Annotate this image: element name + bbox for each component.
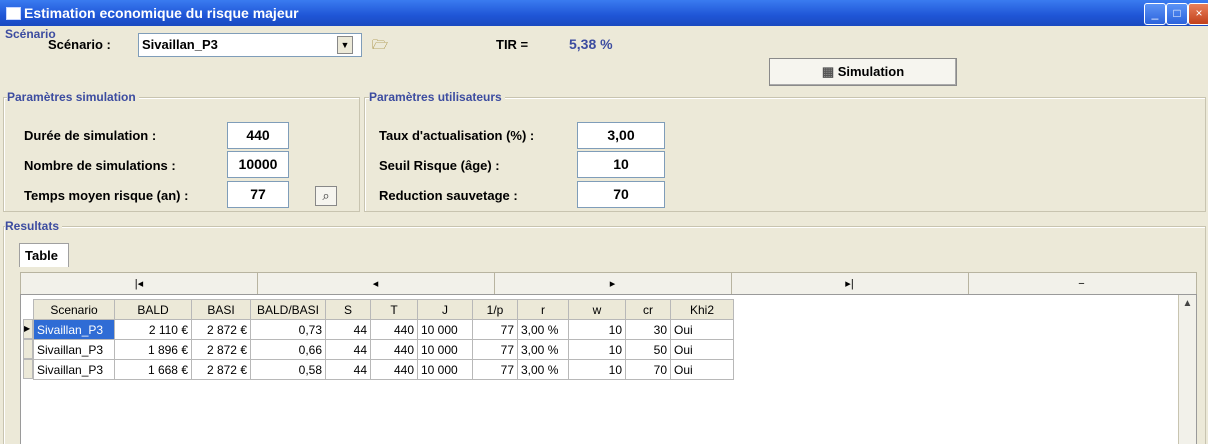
record-navigation: |◂ ◂ ▸ ▸| − [20,272,1197,296]
maximize-button[interactable]: □ [1166,3,1188,25]
column-header[interactable]: cr [625,299,671,320]
duration-field[interactable]: 440 [227,122,289,149]
nav-next-button[interactable]: ▸ [494,273,732,295]
table-cell[interactable]: 10 [568,319,626,340]
table-cell[interactable]: Oui [670,319,734,340]
table-cell[interactable]: 70 [625,359,671,380]
nav-last-button[interactable]: ▸| [731,273,969,295]
table-cell[interactable]: 2 872 € [191,319,251,340]
scenario-select[interactable]: Sivaillan_P3 ▼ [138,33,362,57]
results-title: Resultats [5,219,63,233]
table-cell[interactable]: 44 [325,359,371,380]
row-selector[interactable] [23,339,33,359]
results-grid: ▶ Scenario BALD BASI BALD/BASI S T J 1/p… [20,294,1197,444]
table-cell[interactable]: 44 [325,339,371,360]
rate-label: Taux d'actualisation (%) : [379,128,535,143]
tab-table[interactable]: Table [19,243,69,267]
rate-field[interactable]: 3,00 [577,122,665,149]
row-selector-current[interactable]: ▶ [23,319,33,339]
row-selector[interactable] [23,359,33,379]
nav-previous-button[interactable]: ◂ [257,273,495,295]
table-row[interactable]: Sivaillan_P3 1 896 € 2 872 € 0,66 44 440… [33,339,734,360]
table-cell[interactable]: 3,00 % [517,359,569,380]
table-cell[interactable]: 440 [370,339,418,360]
column-header[interactable]: Khi2 [670,299,734,320]
table-cell[interactable]: Sivaillan_P3 [33,339,115,360]
column-header[interactable]: J [417,299,473,320]
chevron-down-icon[interactable]: ▼ [337,36,353,54]
column-header[interactable]: Scenario [33,299,115,320]
table-cell[interactable]: 77 [472,359,518,380]
table-cell[interactable]: 30 [625,319,671,340]
simulation-button-label: Simulation [837,64,905,79]
column-header[interactable]: r [517,299,569,320]
table-cell[interactable]: 0,73 [250,319,326,340]
column-header[interactable]: BASI [191,299,251,320]
table-cell[interactable]: 1 668 € [114,359,192,380]
table-cell[interactable]: Sivaillan_P3 [33,319,115,340]
window-title: Estimation economique du risque majeur [24,5,299,21]
rescue-label: Reduction sauvetage : [379,188,518,203]
table-cell[interactable]: Sivaillan_P3 [33,359,115,380]
threshold-label: Seuil Risque (âge) : [379,158,500,173]
magnifier-icon[interactable]: ⌕ [315,186,337,206]
column-header[interactable]: 1/p [472,299,518,320]
count-field[interactable]: 10000 [227,151,289,178]
table-cell[interactable]: 44 [325,319,371,340]
table-cell[interactable]: 77 [472,319,518,340]
table-cell[interactable]: 0,66 [250,339,326,360]
params-sim-title: Paramètres simulation [7,90,139,104]
tir-value: 5,38 % [569,36,613,52]
column-header[interactable]: BALD/BASI [250,299,326,320]
scenario-select-value: Sivaillan_P3 [142,37,218,52]
table-cell[interactable]: Oui [670,339,734,360]
table-cell[interactable]: 440 [370,359,418,380]
table-cell[interactable]: 2 872 € [191,359,251,380]
minimize-button[interactable]: _ [1144,3,1166,25]
table-cell[interactable]: 10 [568,339,626,360]
table-cell[interactable]: 10 000 [417,339,473,360]
scroll-up-icon[interactable]: ▲ [1181,297,1194,311]
params-user-title: Paramètres utilisateurs [369,90,505,104]
rescue-field[interactable]: 70 [577,181,665,208]
table-cell[interactable]: 10 000 [417,319,473,340]
mean-time-field[interactable]: 77 [227,181,289,208]
app-icon [6,7,21,20]
vertical-scrollbar[interactable]: ▲ [1178,295,1196,444]
table-cell[interactable]: 2 872 € [191,339,251,360]
table-row[interactable]: Sivaillan_P3 2 110 € 2 872 € 0,73 44 440… [33,319,734,340]
scenario-label: Scénario : [48,37,111,52]
column-header[interactable]: w [568,299,626,320]
table-cell[interactable]: Oui [670,359,734,380]
column-header[interactable]: T [370,299,418,320]
duration-label: Durée de simulation : [24,128,157,143]
chart-icon: ▦ [821,64,838,79]
threshold-field[interactable]: 10 [577,151,665,178]
nav-first-button[interactable]: |◂ [21,273,258,295]
table-row[interactable]: Sivaillan_P3 1 668 € 2 872 € 0,58 44 440… [33,359,734,380]
open-folder-icon[interactable]: 🗁 [370,36,390,54]
table-cell[interactable]: 10 000 [417,359,473,380]
table-cell[interactable]: 1 896 € [114,339,192,360]
count-label: Nombre de simulations : [24,158,176,173]
simulation-button[interactable]: ▦ Simulation [769,58,957,86]
title-bar: Estimation economique du risque majeur _… [0,0,1208,26]
table-cell[interactable]: 3,00 % [517,319,569,340]
table-cell[interactable]: 3,00 % [517,339,569,360]
table-cell[interactable]: 10 [568,359,626,380]
table-cell[interactable]: 0,58 [250,359,326,380]
nav-delete-button[interactable]: − [968,273,1195,295]
column-header[interactable]: S [325,299,371,320]
results-table: Scenario BALD BASI BALD/BASI S T J 1/p r… [33,299,734,380]
tir-label: TIR = [496,37,529,52]
table-cell[interactable]: 440 [370,319,418,340]
table-cell[interactable]: 77 [472,339,518,360]
table-cell[interactable]: 50 [625,339,671,360]
column-header[interactable]: BALD [114,299,192,320]
mean-time-label: Temps moyen risque (an) : [24,188,189,203]
table-cell[interactable]: 2 110 € [114,319,192,340]
close-button[interactable]: × [1188,3,1208,25]
